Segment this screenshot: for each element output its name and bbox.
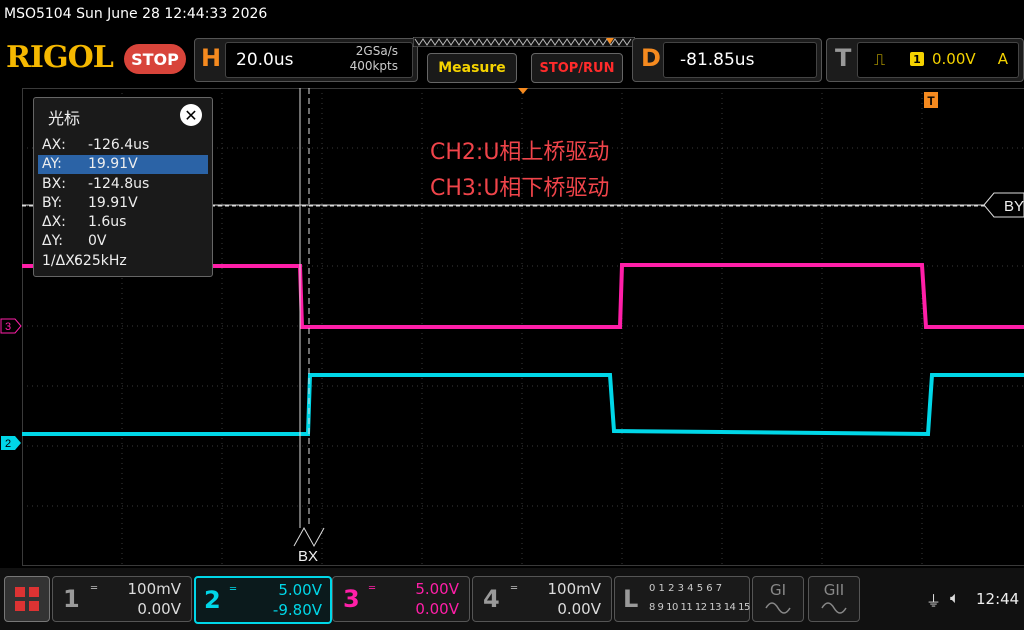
trigger-letter: T: [835, 44, 852, 72]
channel-3-box[interactable]: 3 ═ 5.00V 0.00V: [332, 576, 470, 622]
cursor-row-ay[interactable]: AY: 19.91V: [38, 155, 208, 174]
timebase-value: 20.0us: [236, 50, 294, 70]
dc-coupling-icon: ═: [369, 583, 375, 594]
generator-2-label: GII: [823, 581, 845, 599]
speaker-muted-icon[interactable]: 🔈︎: [950, 588, 960, 608]
channel-2-number: 2: [204, 586, 221, 614]
cursor-row-dy: ΔY: 0V: [42, 233, 107, 249]
delay-readout: -81.85us: [663, 42, 817, 78]
main-menu-button[interactable]: [4, 576, 50, 622]
generator-1-label: GI: [769, 581, 787, 599]
channel-1-box[interactable]: 1 ═ 100mV 0.00V: [52, 576, 192, 622]
annotation-ch2: CH2:U相上桥驱动: [430, 140, 610, 165]
sine-wave-icon: [765, 602, 791, 614]
svg-text:3: 3: [5, 321, 11, 333]
trigger-mode: A: [997, 50, 1008, 68]
measure-button[interactable]: Measure: [427, 53, 517, 83]
delay-letter: D: [641, 44, 661, 72]
generator-1-button[interactable]: GI: [752, 576, 804, 622]
stop-run-button[interactable]: STOP/RUN: [531, 53, 623, 83]
run-state-badge[interactable]: STOP: [124, 44, 186, 74]
waveform-overview-strip: [413, 37, 635, 47]
sample-rate: 2GSa/s: [355, 44, 398, 58]
channel-3-number: 3: [343, 585, 360, 613]
ch2-offset-marker[interactable]: 2: [0, 435, 22, 451]
trigger-level: 0.00V: [932, 50, 976, 68]
sample-rate-readout: 2GSa/s 400kpts: [350, 44, 398, 74]
channel-4-offset: 0.00V: [557, 600, 601, 618]
cursor-row-dx: ΔX: 1.6us: [42, 214, 127, 230]
channel-1-offset: 0.00V: [137, 600, 181, 618]
channel-4-scale: 100mV: [547, 580, 601, 598]
system-clock: 12:44: [976, 590, 1020, 608]
logic-analyzer-letter: L: [623, 585, 639, 613]
channel-4-number: 4: [483, 585, 500, 613]
cursor-row-inv-dx: 1/ΔX: 625kHz: [42, 253, 127, 269]
channel-2-scale: 5.00V: [278, 581, 322, 599]
channel-1-scale: 100mV: [127, 580, 181, 598]
grid-menu-icon: [15, 587, 39, 611]
la-channels-row1: 0 1 2 3 4 5 6 7: [649, 583, 723, 594]
delay-value: -81.85us: [680, 50, 755, 70]
trigger-readout: ⎍ 1 0.00V A: [857, 42, 1019, 78]
channel-2-box[interactable]: 2 ═ 5.00V -9.80V: [194, 576, 332, 624]
dc-coupling-icon: ═: [230, 584, 236, 595]
bx-label: BX: [298, 548, 318, 565]
cursor-panel[interactable]: 光标 ✕ AX: -126.4us AY: 19.91V BX: -124.8u…: [33, 97, 213, 277]
horizontal-panel[interactable]: H 20.0us 2GSa/s 400kpts: [194, 38, 418, 82]
cursor-panel-title: 光标: [48, 109, 81, 128]
trigger-panel[interactable]: T ⎍ 1 0.00V A: [826, 38, 1024, 82]
logic-analyzer-box[interactable]: L 0 1 2 3 4 5 6 7 8 9 10 11 12 13 14 15: [614, 576, 750, 622]
channel-2-offset: -9.80V: [272, 601, 322, 619]
delay-panel[interactable]: D -81.85us: [632, 38, 822, 82]
by-label: BY: [1004, 198, 1024, 215]
horizontal-readout: 20.0us 2GSa/s 400kpts: [225, 42, 413, 78]
channel-3-scale: 5.00V: [415, 580, 459, 598]
cursor-row-bx[interactable]: BX: -124.8us: [38, 175, 208, 194]
annotation-ch3: CH3:U相下桥驱动: [430, 176, 610, 201]
trigger-source: 1: [910, 52, 924, 66]
bottom-channel-bar: 1 ═ 100mV 0.00V 2 ═ 5.00V -9.80V 3 ═ 5.0…: [0, 568, 1024, 630]
usb-icon: ⏚: [926, 592, 942, 610]
rigol-logo: RIGOL: [6, 40, 114, 75]
status-title: MSO5104 Sun June 28 12:44:33 2026: [4, 6, 268, 22]
channel-3-offset: 0.00V: [415, 600, 459, 618]
sine-wave-icon: [821, 602, 847, 614]
channel-1-number: 1: [63, 585, 80, 613]
svg-text:T: T: [927, 94, 935, 108]
dc-coupling-icon: ═: [91, 583, 97, 594]
horizontal-letter: H: [201, 44, 222, 72]
generator-2-button[interactable]: GII: [808, 576, 860, 622]
close-icon[interactable]: ✕: [180, 104, 202, 126]
memory-depth: 400kpts: [349, 59, 398, 73]
svg-text:2: 2: [5, 438, 11, 450]
rising-edge-icon: ⎍: [874, 50, 886, 69]
ch3-offset-marker[interactable]: 3: [0, 318, 22, 334]
cursor-row-by[interactable]: BY: 19.91V: [38, 194, 208, 213]
cursor-row-ax[interactable]: AX: -126.4us: [38, 136, 208, 155]
top-toolbar: MSO5104 Sun June 28 12:44:33 2026 RIGOL …: [0, 0, 1024, 88]
dc-coupling-icon: ═: [511, 583, 517, 594]
la-channels-row2: 8 9 10 11 12 13 14 15: [649, 602, 750, 613]
channel-4-box[interactable]: 4 ═ 100mV 0.00V: [472, 576, 612, 622]
